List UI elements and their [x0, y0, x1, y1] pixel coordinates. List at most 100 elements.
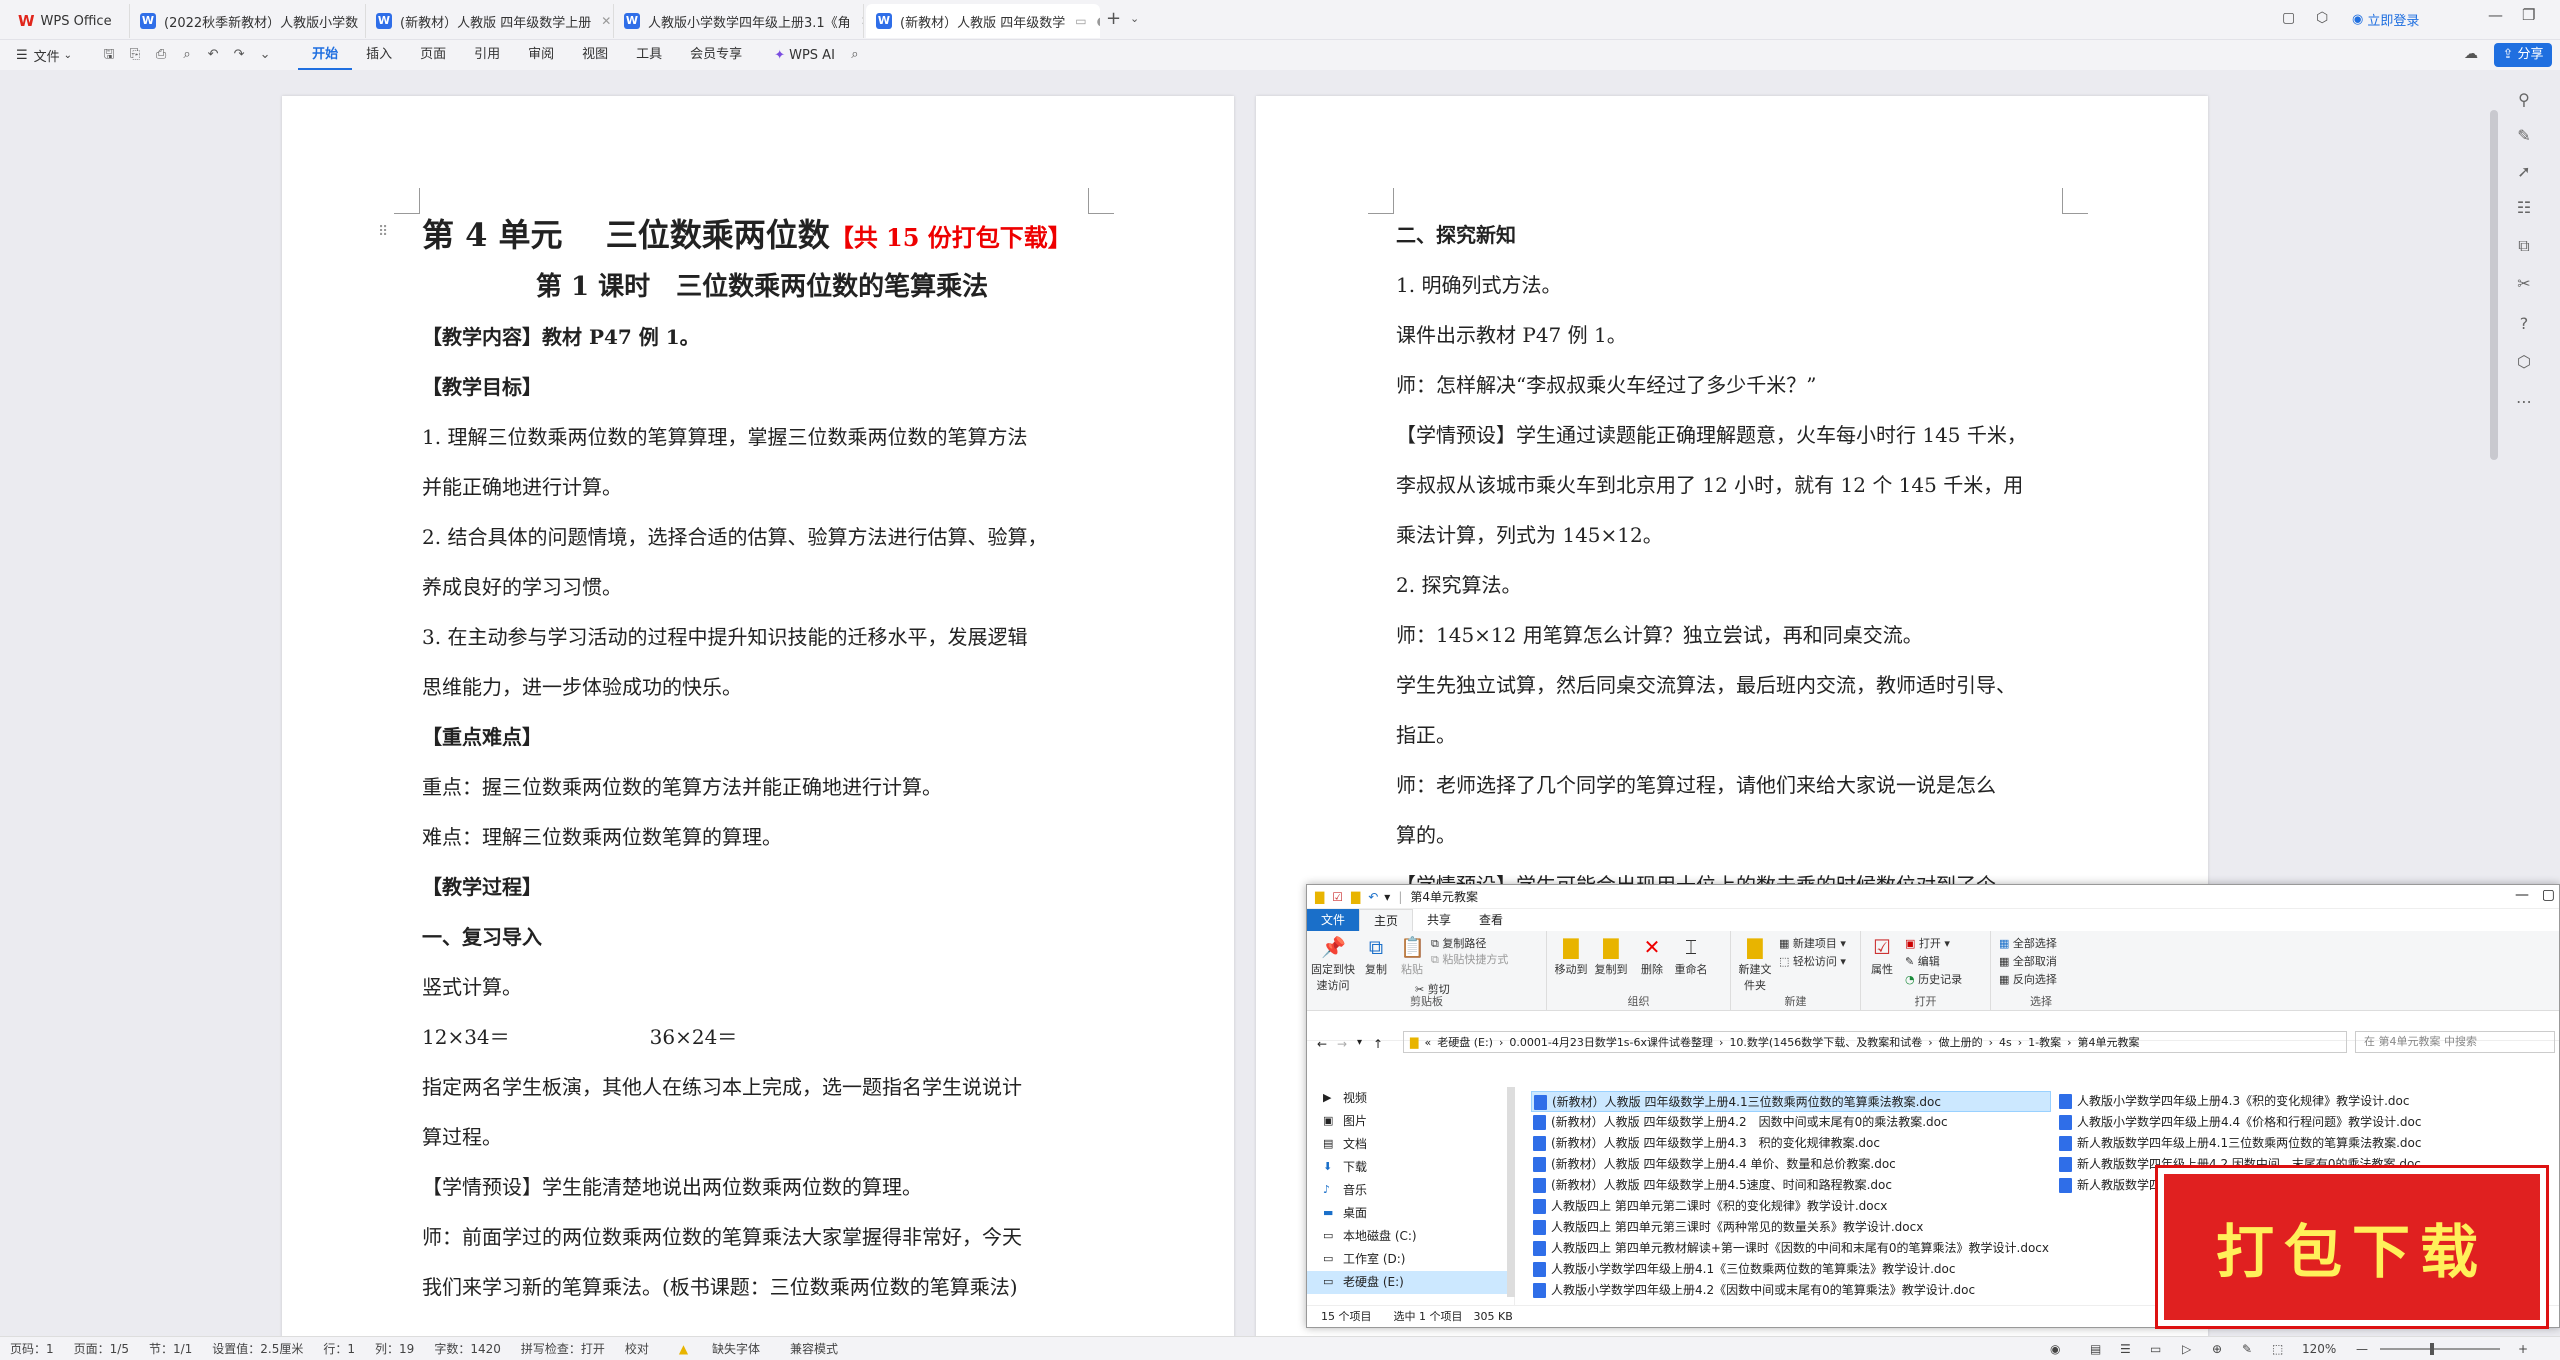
menu-view[interactable]: 视图: [568, 40, 622, 70]
nav-item-downloads[interactable]: ⬇ 下载: [1307, 1156, 1514, 1179]
zoom-level[interactable]: 120%: [2292, 1342, 2346, 1356]
select-none-button[interactable]: ▦ 全部取消: [1999, 953, 2057, 969]
tab-document-1[interactable]: W (2022秋季新教材）人教版小学数 ✕: [130, 4, 366, 38]
new-item-button[interactable]: ▦ 新建项目 ▾: [1779, 935, 1846, 951]
status-column[interactable]: 列：19: [365, 1340, 424, 1357]
nav-scrollbar[interactable]: [1507, 1087, 1515, 1297]
tab-document-4-active[interactable]: W (新教材）人教版 四年级数学 ▭ ●: [866, 4, 1100, 38]
zoom-out-icon[interactable]: —: [2346, 1342, 2378, 1356]
nav-item-drive-e[interactable]: ▭ 老硬盘 (E:): [1307, 1271, 1514, 1294]
cube-icon[interactable]: ⬡: [2514, 352, 2534, 372]
up-arrow-icon[interactable]: ↑: [1373, 1037, 1383, 1051]
invert-selection-button[interactable]: ▦ 反向选择: [1999, 971, 2057, 987]
package-download-banner[interactable]: 打包下载: [2158, 1168, 2546, 1326]
menu-tools[interactable]: 工具: [622, 40, 676, 70]
status-missing-font[interactable]: ▲ 缺失字体: [659, 1340, 780, 1357]
file-item[interactable]: 人教版小学数学四年级上册4.1《三位数乘两位数的笔算乘法》教学设计.doc: [1531, 1259, 2051, 1280]
copy-path-button[interactable]: ⧉ 复制路径: [1431, 935, 1486, 951]
open-button[interactable]: ▣ 打开 ▾: [1905, 935, 1950, 951]
read-view-icon[interactable]: ▭: [2140, 1342, 2171, 1356]
file-item[interactable]: (新教材）人教版 四年级数学上册4.3 积的变化规律教案.doc: [1531, 1133, 2051, 1154]
menu-reference[interactable]: 引用: [460, 40, 514, 70]
nav-item-music[interactable]: ♪ 音乐: [1307, 1179, 1514, 1202]
nav-item-pictures[interactable]: ▣ 图片: [1307, 1110, 1514, 1133]
nav-item-drive-d[interactable]: ▭ 工作室 (D:): [1307, 1248, 1514, 1271]
menu-insert[interactable]: 插入: [352, 40, 406, 70]
pin-quick-access-button[interactable]: 📌 固定到快速访问: [1311, 935, 1355, 993]
status-word-count[interactable]: 字数：1420: [424, 1340, 511, 1357]
tab-document-2[interactable]: W (新教材）人教版 四年级数学上册 ✕: [366, 4, 614, 38]
chevron-down-icon[interactable]: ▾: [1384, 890, 1390, 904]
back-arrow-icon[interactable]: ←: [1317, 1037, 1327, 1051]
tools-icon[interactable]: ✂: [2514, 274, 2534, 294]
copy-to-button[interactable]: ▇ 复制到: [1593, 935, 1629, 977]
close-icon[interactable]: ✕: [601, 14, 611, 28]
breadcrumb-item[interactable]: 第4单元教案: [2078, 1034, 2140, 1050]
cursor-icon[interactable]: ➚: [2514, 162, 2534, 182]
easy-access-button[interactable]: ⬚ 轻松访问 ▾: [1779, 953, 1846, 969]
menu-home[interactable]: 开始: [298, 40, 353, 70]
select-all-button[interactable]: ▦ 全部选择: [1999, 935, 2057, 951]
minimize-icon[interactable]: —: [2488, 6, 2503, 24]
properties-icon[interactable]: ☑: [1332, 890, 1343, 904]
ribbon-tab-home[interactable]: 主页: [1359, 909, 1414, 931]
help-icon[interactable]: ?: [2514, 314, 2534, 334]
file-item[interactable]: 人教版四上 第四单元第三课时《两种常见的数量关系》教学设计.docx: [1531, 1217, 2051, 1238]
file-item[interactable]: 人教版小学数学四年级上册4.3《积的变化规律》教学设计.doc: [2057, 1091, 2437, 1112]
print-preview-icon[interactable]: ⌕: [179, 47, 195, 63]
drag-handle-icon[interactable]: ⠿: [378, 224, 388, 240]
breadcrumb-item[interactable]: 0.0001-4月23日数学1s-6x课件试卷整理: [1509, 1034, 1713, 1050]
rename-button[interactable]: ⌶ 重命名: [1671, 935, 1711, 977]
file-item[interactable]: 人教版小学数学四年级上册4.4《价格和行程问题》教学设计.doc: [2057, 1112, 2437, 1133]
minimize-icon[interactable]: —: [2515, 887, 2529, 903]
cloud-sync-icon[interactable]: ☁: [2464, 46, 2478, 62]
undo-icon[interactable]: ↶: [205, 47, 221, 63]
new-tab-plus-icon[interactable]: +: [1106, 8, 1121, 29]
dot-icon[interactable]: ●: [1097, 14, 1100, 28]
login-button[interactable]: ◉ 立即登录: [2352, 10, 2419, 29]
nav-item-drive-c[interactable]: ▭ 本地磁盘 (C:): [1307, 1225, 1514, 1248]
file-item[interactable]: 人教版四上 第四单元第二课时《积的变化规律》教学设计.docx: [1531, 1196, 2051, 1217]
recent-chevron-icon[interactable]: ▾: [1357, 1037, 1362, 1048]
sliders-icon[interactable]: ☷: [2514, 198, 2534, 218]
zoom-in-icon[interactable]: +: [2508, 1342, 2538, 1356]
copy-button[interactable]: ⧉ 复制: [1361, 935, 1391, 977]
breadcrumb-item[interactable]: 老硬盘 (E:): [1437, 1034, 1493, 1050]
breadcrumb-item[interactable]: 10.数学(1456数学下载、及教案和试卷: [1729, 1034, 1922, 1050]
new-folder-button[interactable]: ▇ 新建文件夹: [1735, 935, 1775, 993]
eye-protection-icon[interactable]: ◉: [2040, 1342, 2070, 1356]
status-row[interactable]: 行：1: [313, 1340, 365, 1357]
status-setting-value[interactable]: 设置值：2.5厘米: [202, 1340, 313, 1357]
breadcrumb-item[interactable]: 1-教案: [2028, 1034, 2061, 1050]
ribbon-tab-view[interactable]: 查看: [1465, 909, 1517, 931]
zoom-slider-thumb[interactable]: [2430, 1343, 2434, 1355]
wps-ai-button[interactable]: ✦ WPS AI: [774, 48, 835, 63]
status-proofread[interactable]: 校对: [615, 1340, 659, 1357]
nav-item-documents[interactable]: ▤ 文档: [1307, 1133, 1514, 1156]
status-pages[interactable]: 页面：1/5: [64, 1340, 139, 1357]
status-section[interactable]: 节：1/1: [139, 1340, 202, 1357]
redo-icon[interactable]: ↷: [231, 47, 247, 63]
cube-icon[interactable]: ⬡: [2316, 10, 2328, 26]
undo-icon[interactable]: ↶: [1368, 890, 1378, 904]
zoom-slider[interactable]: [2380, 1348, 2500, 1350]
paste-button[interactable]: 📋 粘贴: [1397, 935, 1427, 977]
fit-page-icon[interactable]: ⬚: [2262, 1342, 2293, 1356]
menu-review[interactable]: 审阅: [514, 40, 568, 70]
new-folder-icon[interactable]: ▇: [1351, 890, 1360, 904]
forward-arrow-icon[interactable]: →: [1337, 1037, 1347, 1051]
address-bar[interactable]: ▇ « 老硬盘 (E:) › 0.0001-4月23日数学1s-6x课件试卷整理 ›…: [1403, 1031, 2347, 1053]
properties-button[interactable]: ☑ 属性: [1865, 935, 1899, 977]
menu-page[interactable]: 页面: [406, 40, 460, 70]
search-icon[interactable]: ⌕: [847, 47, 863, 63]
paste-shortcut-button[interactable]: ⧉ 粘贴快捷方式: [1431, 951, 1508, 967]
delete-button[interactable]: ✕ 删除: [1637, 935, 1667, 977]
breadcrumb-item[interactable]: 做上册的: [1939, 1034, 1983, 1050]
menu-member[interactable]: 会员专享: [676, 40, 756, 70]
web-view-icon[interactable]: ⊕: [2202, 1342, 2232, 1356]
file-item[interactable]: (新教材）人教版 四年级数学上册4.5速度、时间和路程教案.doc: [1531, 1175, 2051, 1196]
move-to-button[interactable]: ▇ 移动到: [1553, 935, 1589, 977]
monitor-icon[interactable]: ▭: [1075, 14, 1086, 28]
breadcrumb-item[interactable]: 4s: [1999, 1036, 2012, 1049]
pen-icon[interactable]: ✎: [2514, 126, 2534, 146]
